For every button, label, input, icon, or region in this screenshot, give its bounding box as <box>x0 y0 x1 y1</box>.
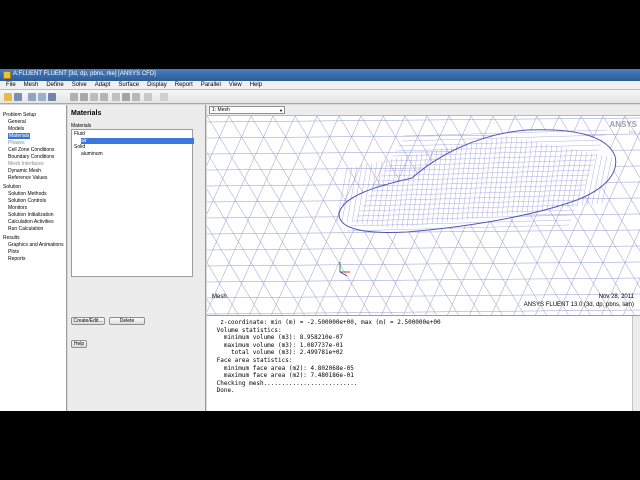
material-item-fluid[interactable]: Fluid <box>74 131 85 137</box>
console-line: minimum face area (m2): 4.802068e-05 <box>213 364 354 372</box>
view-icon[interactable] <box>132 93 140 101</box>
console-scrollbar[interactable] <box>632 316 640 411</box>
menu-report[interactable]: Report <box>171 81 197 89</box>
translate-icon[interactable] <box>80 93 88 101</box>
fluent-window: A:FLUENT FLUENT [3d, dp, pbns, rke] [ANS… <box>0 69 640 411</box>
console-line: minimum volume (m3): 8.958210e-07 <box>213 334 344 342</box>
menu-define[interactable]: Define <box>42 81 67 89</box>
graphics-label: Mesh <box>212 294 227 300</box>
window-select-value: 1: Mesh <box>212 107 230 113</box>
tree-item-solution[interactable]: Solution <box>3 184 21 190</box>
tree-item-models[interactable]: Models <box>8 126 24 132</box>
save-icon[interactable] <box>14 93 22 101</box>
materials-list[interactable]: Fluid air Solid aluminum <box>71 129 194 277</box>
tree-item-problem-setup[interactable]: Problem Setup <box>3 112 36 118</box>
probe-icon[interactable] <box>122 93 130 101</box>
menu-help[interactable]: Help <box>246 81 266 89</box>
tree-item-results[interactable]: Results <box>3 235 20 241</box>
console-panel[interactable]: z-coordinate: min (m) = -2.500000e+00, m… <box>207 315 640 411</box>
task-page: Materials Materials Fluid air Solid aluminu… <box>68 105 206 411</box>
material-item-solid[interactable]: Solid <box>74 144 85 150</box>
tree-item-reference-values[interactable]: Reference Values <box>8 175 47 181</box>
selected-material-highlight <box>81 138 194 144</box>
fit-icon[interactable] <box>112 93 120 101</box>
title-bar: A:FLUENT FLUENT [3d, dp, pbns, rke] [ANS… <box>0 69 640 81</box>
open-icon[interactable] <box>4 93 12 101</box>
console-line: maximum volume (m3): 1.087737e-01 <box>213 341 344 349</box>
copy-icon[interactable] <box>38 93 46 101</box>
graphics-header: 1: Mesh ▼ <box>207 105 640 115</box>
menu-adapt[interactable]: Adapt <box>91 81 115 89</box>
menu-surface[interactable]: Surface <box>114 81 143 89</box>
graphics-version: ANSYS FLUENT 13.0 (3d, dp, pbns, lam) <box>523 302 634 308</box>
window-title: A:FLUENT FLUENT [3d, dp, pbns, rke] [ANS… <box>13 71 156 77</box>
graphics-window-select[interactable]: 1: Mesh ▼ <box>209 106 285 114</box>
tree-item-general[interactable]: General <box>8 119 26 125</box>
menu-mesh[interactable]: Mesh <box>20 81 43 89</box>
tree-item-monitors[interactable]: Monitors <box>8 205 27 211</box>
console-line: Volume statistics: <box>213 326 282 334</box>
tree-item-plots[interactable]: Plots <box>8 249 19 255</box>
material-item-air[interactable]: air <box>81 138 87 144</box>
chevron-down-icon: ▼ <box>279 108 283 113</box>
fluent-app-icon <box>3 71 11 79</box>
console-line: maximum face area (m2): 7.480186e-01 <box>213 372 354 380</box>
help-icon[interactable] <box>48 93 56 101</box>
menu-file[interactable]: File <box>2 81 20 89</box>
graphics-viewport[interactable]: ANSYS 13.0 Mesh Nov 28, 2011 ANSYS FLUEN… <box>207 115 640 315</box>
tree-item-dynamic-mesh[interactable]: Dynamic Mesh <box>8 168 41 174</box>
delete-button[interactable]: Delete <box>109 317 145 325</box>
ansys-logo-version: 13.0 <box>628 129 636 134</box>
tree-item-materials[interactable]: Materials <box>8 133 31 139</box>
create-edit-button[interactable]: Create/Edit... <box>71 317 105 325</box>
help-button[interactable]: Help <box>71 340 87 348</box>
navigation-tree: Problem Setup General Models Materials Phase… <box>0 105 67 411</box>
tree-item-cell-zone-conditions[interactable]: Cell Zone Conditions <box>8 147 54 153</box>
tree-item-run-calculation[interactable]: Run Calculation <box>8 226 43 232</box>
menu-display[interactable]: Display <box>143 81 171 89</box>
window-icon[interactable] <box>160 93 168 101</box>
zoom-icon[interactable] <box>90 93 98 101</box>
tree-item-graphics-and-animations[interactable]: Graphics and Animations <box>8 242 64 248</box>
toolbar <box>0 90 640 104</box>
console-line: z-coordinate: min (m) = -2.500000e+00, m… <box>213 319 441 326</box>
tree-item-mesh-interfaces[interactable]: Mesh Interfaces <box>8 161 44 167</box>
rotate-icon[interactable] <box>70 93 78 101</box>
material-item-aluminum[interactable]: aluminum <box>81 151 103 157</box>
tree-item-calculation-activities[interactable]: Calculation Activities <box>8 219 54 225</box>
console-line: total volume (m3): 2.499781e+02 <box>213 349 344 357</box>
menu-parallel[interactable]: Parallel <box>197 81 225 89</box>
menu-bar: File Mesh Define Solve Adapt Surface Display Re… <box>0 81 640 90</box>
mesh-display <box>207 116 640 315</box>
tree-item-phases[interactable]: Phases <box>8 140 25 146</box>
menu-solve[interactable]: Solve <box>68 81 91 89</box>
ansys-logo: ANSYS <box>609 120 637 129</box>
print-icon[interactable] <box>28 93 36 101</box>
zoom-in-icon[interactable] <box>100 93 108 101</box>
graphics-date: Nov 28, 2011 <box>598 294 634 300</box>
task-page-title: Materials <box>71 110 102 117</box>
console-line: Checking mesh.......................... <box>213 379 358 387</box>
tree-item-reports[interactable]: Reports <box>8 256 26 262</box>
menu-view[interactable]: View <box>225 81 246 89</box>
tree-item-solution-controls[interactable]: Solution Controls <box>8 198 46 204</box>
layout-icon[interactable] <box>144 93 152 101</box>
tree-item-solution-methods[interactable]: Solution Methods <box>8 191 47 197</box>
console-line: Face area statistics: <box>213 357 293 364</box>
tree-item-solution-initialization[interactable]: Solution Initialization <box>8 212 54 218</box>
console-line: Done. <box>213 387 235 395</box>
tree-item-boundary-conditions[interactable]: Boundary Conditions <box>8 154 54 160</box>
